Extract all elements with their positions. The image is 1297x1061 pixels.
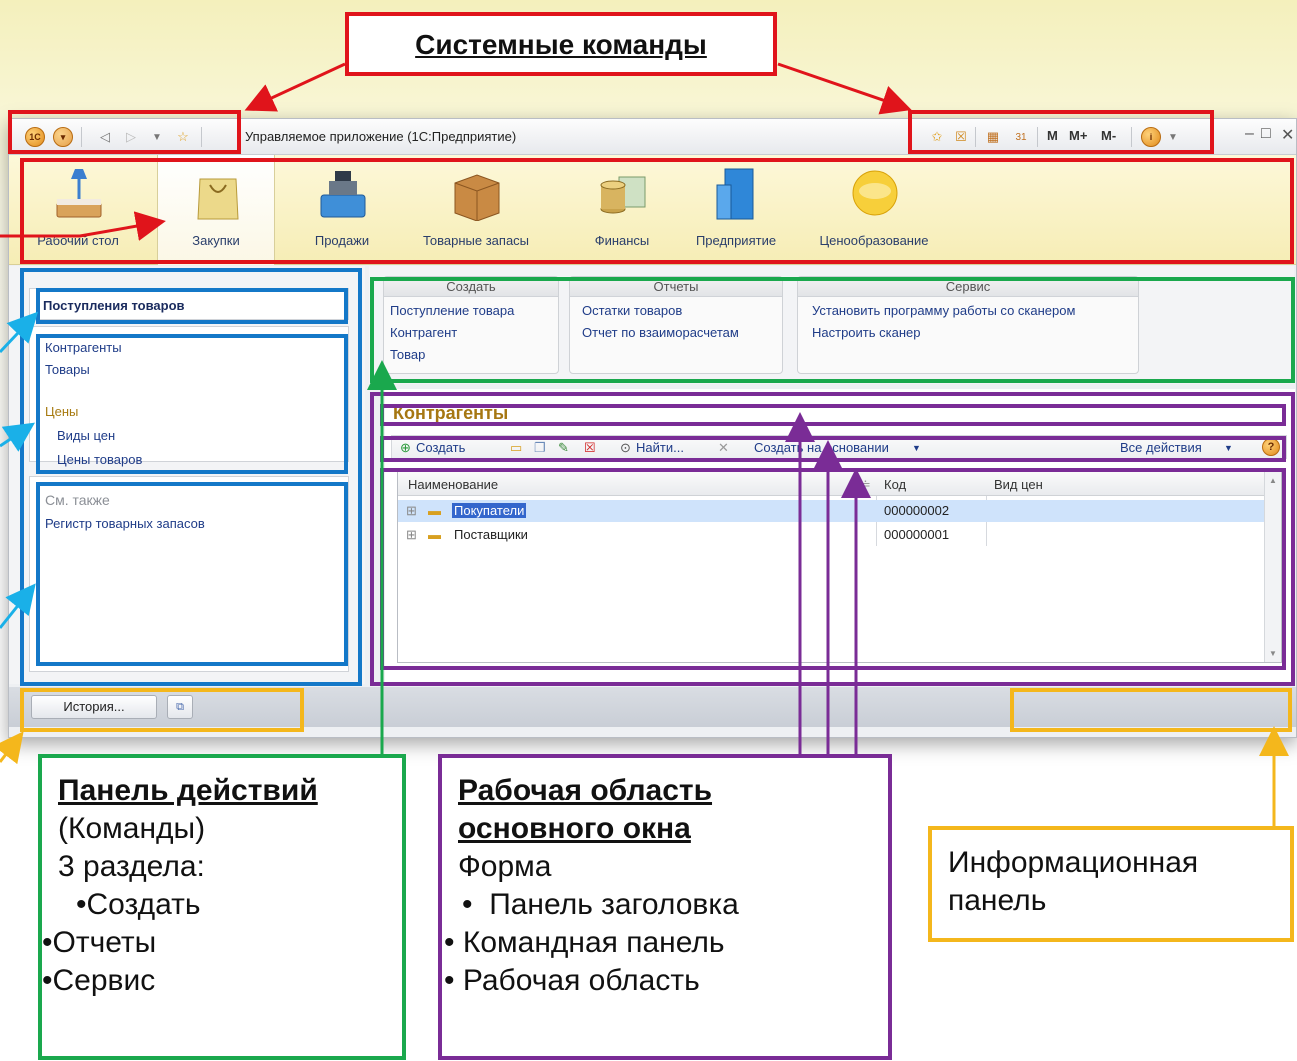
callout-line: Форма <box>458 850 552 883</box>
callout-line: •Отчеты <box>42 926 157 959</box>
callout-actions-panel: Панель действий (Команды) 3 раздела: •Со… <box>38 754 406 1060</box>
callout-title: основного окна <box>458 812 691 845</box>
arrow-nav-see-also <box>0 583 36 629</box>
callout-title: Панель действий <box>58 774 318 807</box>
arrow-history <box>0 731 24 765</box>
callout-line: 3 раздела: <box>58 850 205 883</box>
arrow-nav-main <box>0 311 39 354</box>
callout-title: Рабочая область <box>458 774 713 807</box>
callout-line: панель <box>948 884 1047 917</box>
callout-line: Информационная <box>948 846 1199 879</box>
arrow-system-left <box>244 62 346 112</box>
callout-info-panel: Информационная панель <box>928 826 1294 942</box>
arrow-system-right <box>777 62 912 115</box>
callout-line: (Команды) <box>58 812 206 845</box>
callout-line: •Создать <box>76 888 201 921</box>
arrow-nav-list <box>0 422 35 452</box>
callout-work-area: Рабочая область основного окна Форма • П… <box>438 754 892 1060</box>
callout-bullet-line: • Рабочая область <box>444 964 700 997</box>
callout-line: •Сервис <box>42 964 156 997</box>
callout-bullet-line: • Панель заголовка <box>462 888 739 921</box>
arrow-sections <box>0 211 166 241</box>
callout-bullet-line: • Командная панель <box>444 926 725 959</box>
